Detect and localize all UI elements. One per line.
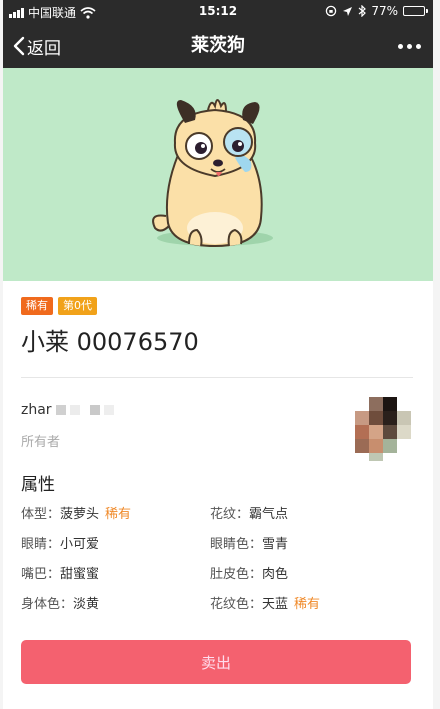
attributes-title: 属性 — [21, 475, 55, 495]
attribute-value: 雪青 — [262, 537, 289, 552]
attribute-value: 天蓝 — [262, 597, 289, 612]
attribute-pattern-color: 花纹色：天蓝 稀有 — [210, 593, 320, 612]
attribute-value: 甜蜜蜜 — [60, 567, 100, 582]
attribute-value: 小可爱 — [60, 537, 100, 552]
owner-label: 所有者 — [21, 435, 61, 450]
owner-name: zhar — [21, 402, 114, 418]
rotation-lock-icon — [326, 5, 337, 17]
attribute-eye-color: 眼睛色：雪青 — [210, 533, 288, 552]
bluetooth-icon — [358, 5, 367, 17]
redacted-mosaic — [69, 405, 80, 415]
more-dot-icon — [416, 43, 421, 49]
more-button[interactable] — [398, 24, 421, 68]
pixelated-avatar-icon — [355, 397, 411, 461]
attribute-key: 体型： — [21, 507, 61, 522]
attribute-belly-color: 肚皮色：肉色 — [210, 563, 288, 582]
status-bar: 中国联通 15:12 77% — [3, 0, 433, 24]
nav-bar: 返回 莱茨狗 — [3, 24, 433, 68]
redacted-mosaic — [103, 405, 114, 415]
attribute-body-color: 身体色：淡黄 — [21, 593, 99, 612]
attribute-key: 肚皮色： — [210, 567, 263, 582]
attribute-key: 花纹： — [210, 507, 250, 522]
rare-tag: 稀有 — [105, 507, 132, 522]
more-dot-icon — [407, 43, 412, 49]
rare-tag: 稀有 — [294, 597, 321, 612]
redacted-mosaic — [89, 405, 100, 415]
attribute-value: 霸气点 — [249, 507, 289, 522]
attribute-body: 体型：菠萝头 稀有 — [21, 503, 131, 522]
battery-icon — [403, 6, 428, 16]
dog-illustration — [152, 99, 273, 248]
more-dot-icon — [398, 43, 403, 49]
attribute-value: 肉色 — [262, 567, 289, 582]
attribute-key: 花纹色： — [210, 597, 263, 612]
rarity-tag: 稀有 — [21, 297, 53, 315]
pet-tags: 稀有 第0代 — [21, 297, 97, 315]
attribute-pattern: 花纹：霸气点 — [210, 503, 288, 522]
battery-percent: 77% — [371, 4, 398, 18]
owner-avatar[interactable] — [355, 397, 411, 461]
attribute-eyes: 眼睛：小可爱 — [21, 533, 99, 552]
divider — [21, 377, 413, 378]
phone-screen: 中国联通 15:12 77% 返回 莱茨狗 稀有 第0代 小莱 00076570… — [3, 0, 433, 709]
attribute-value: 淡黄 — [73, 597, 100, 612]
attribute-key: 嘴巴： — [21, 567, 61, 582]
pet-name: 小莱 00076570 — [21, 328, 199, 356]
attribute-value: 菠萝头 — [60, 507, 100, 522]
page-title: 莱茨狗 — [191, 35, 245, 56]
attribute-mouth: 嘴巴：甜蜜蜜 — [21, 563, 99, 582]
location-icon — [343, 6, 353, 16]
redacted-mosaic — [55, 405, 66, 415]
attribute-key: 身体色： — [21, 597, 74, 612]
sell-button[interactable]: 卖出 — [21, 640, 411, 684]
pet-image-panel — [3, 68, 433, 281]
owner-name-text: zhar — [21, 402, 52, 418]
attribute-key: 眼睛色： — [210, 537, 263, 552]
generation-tag: 第0代 — [58, 297, 97, 315]
attribute-key: 眼睛： — [21, 537, 61, 552]
